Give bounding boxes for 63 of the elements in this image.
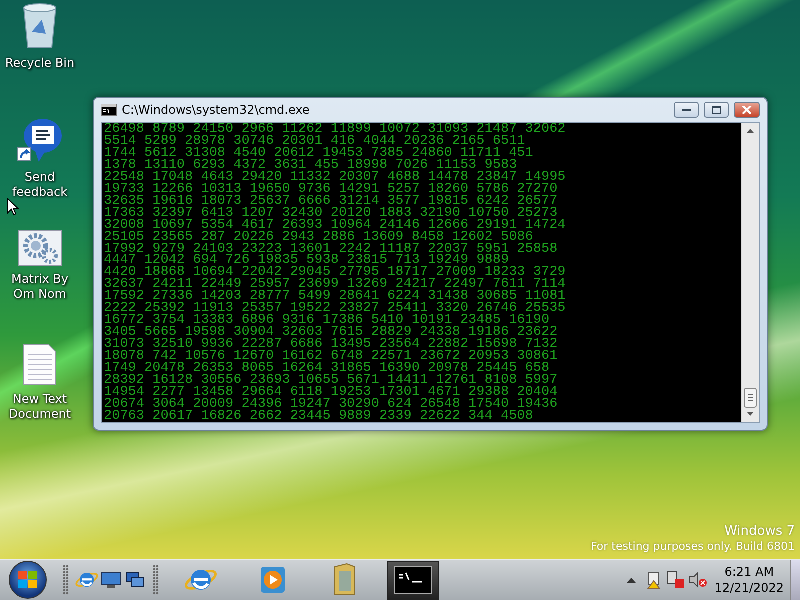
windows-stack-icon [126,572,144,588]
clock-date: 12/21/2022 [714,580,784,596]
show-desktop-button[interactable] [790,560,800,600]
console-line: 14954 2277 13458 29664 6118 19253 17301 4671 29388 20404 [104,386,559,399]
folder-icon [333,563,357,597]
monitor-icon [101,572,121,588]
scrollbar[interactable] [741,123,759,422]
clock-time: 6:21 AM [724,564,774,580]
maximize-button[interactable] [704,102,729,118]
console-line: 1744 5612 31308 4540 20612 19453 7385 24860 11711 451 [104,148,534,160]
console-line: 28392 16128 30556 23693 10655 5671 14411 12761 8108 5997 [104,375,559,387]
taskbar-button[interactable] [387,560,439,600]
speech-bubble-icon [17,116,63,164]
minimize-button[interactable] [674,102,699,118]
network-icon [666,571,685,589]
build-notice: For testing purposes only. Build 6801 [590,539,795,554]
desktop-icon-label[interactable]: Matrix By Om Nom [1,272,79,302]
console-line: 32637 24211 22449 25957 23699 13269 24217 22497 7611 7114 [104,279,567,292]
console-line: 1749 20478 26353 8065 16264 31865 16390 20978 25445 658 [104,363,550,376]
console-line: 2222 25392 11913 25357 19522 23827 25411 3320 26746 25535 [104,303,567,316]
action-center-flag-icon [646,571,662,589]
clock[interactable]: 6:21 AM 12/21/2022 [708,564,790,596]
scroll-up-icon[interactable] [747,129,754,133]
console-line: 26498 8789 24150 2966 11262 11899 10072 31093 21487 32062 [104,124,567,136]
muted-speaker-icon [688,572,707,588]
desktop-icon-label[interactable]: Send feedback [1,170,79,200]
console-line: 20674 3064 20009 24396 19247 30290 624 26548 17540 19436 [104,398,559,411]
gears-icon [18,230,62,266]
close-icon [742,106,752,114]
console-line: 31073 32510 9936 22287 6686 13495 23564 22882 15698 7132 [104,339,559,352]
up-caret-icon [627,578,636,582]
console-line: 3405 5665 19598 30904 32603 7615 28829 24338 19186 23622 [104,327,559,340]
command-prompt-icon [101,104,117,116]
console-line: 17992 9279 24103 23223 13601 2242 11187 22037 5951 25858 [104,244,559,256]
play-icon [260,566,286,594]
scroll-thumb[interactable] [744,388,757,408]
os-name: Windows 7 [724,524,795,539]
maximize-icon [712,106,721,114]
desktop-icon-label[interactable]: Recycle Bin [1,56,79,71]
console-line: 25105 23565 287 20226 2943 2886 13609 8458 12602 5086 [104,232,534,244]
console-line: 1378 13110 6293 4372 3631 455 18998 7026 11153 9583 [104,160,518,172]
text-document-icon [23,344,57,386]
console-line: 4447 12042 694 726 19835 5938 23815 713 19249 9889 [104,255,510,268]
start-button[interactable] [9,561,47,599]
console-line: 22548 17048 4643 29420 11332 20307 4688 14478 23847 14995 [104,172,567,184]
mouse-cursor-icon [7,198,19,216]
console-line: 32635 19616 18073 25637 6666 31214 3577 19815 6242 26577 [104,196,559,208]
window-title: C:\Windows\system32\cmd.exe [122,103,311,117]
console-line: 5514 5289 28978 30746 20301 416 4044 20236 2165 6511 [104,136,526,148]
console-line: 4420 18868 10694 22042 29045 27795 18717 27009 18233 3729 [104,267,567,280]
console-line: 32008 10697 5354 4617 26393 10964 24146 12666 29191 14724 [104,220,567,232]
console-line: 19733 12266 10313 19650 9736 14291 5257 18260 5786 27270 [104,184,559,196]
console-line: 17592 27336 14203 28777 5499 28641 6224 31438 30685 11081 [104,291,567,304]
console-line: 20763 20617 16826 2662 23445 9889 2339 22622 344 4508 [104,410,534,422]
console-line: 18078 742 10576 12670 16162 6748 22571 23672 20953 30861 [104,351,559,364]
minimize-icon [682,108,691,112]
console-line: 16772 3754 13383 6896 9316 17386 5410 10191 23485 16190 [104,315,550,328]
windows-logo-icon [18,571,38,589]
scroll-down-icon[interactable] [747,412,754,416]
console-line: 17363 32397 6413 1207 32430 20120 1883 32190 10750 25273 [104,208,558,220]
close-button[interactable] [734,102,760,118]
command-prompt-icon [394,566,432,594]
desktop-icon-label[interactable]: New Text Document [1,392,79,422]
